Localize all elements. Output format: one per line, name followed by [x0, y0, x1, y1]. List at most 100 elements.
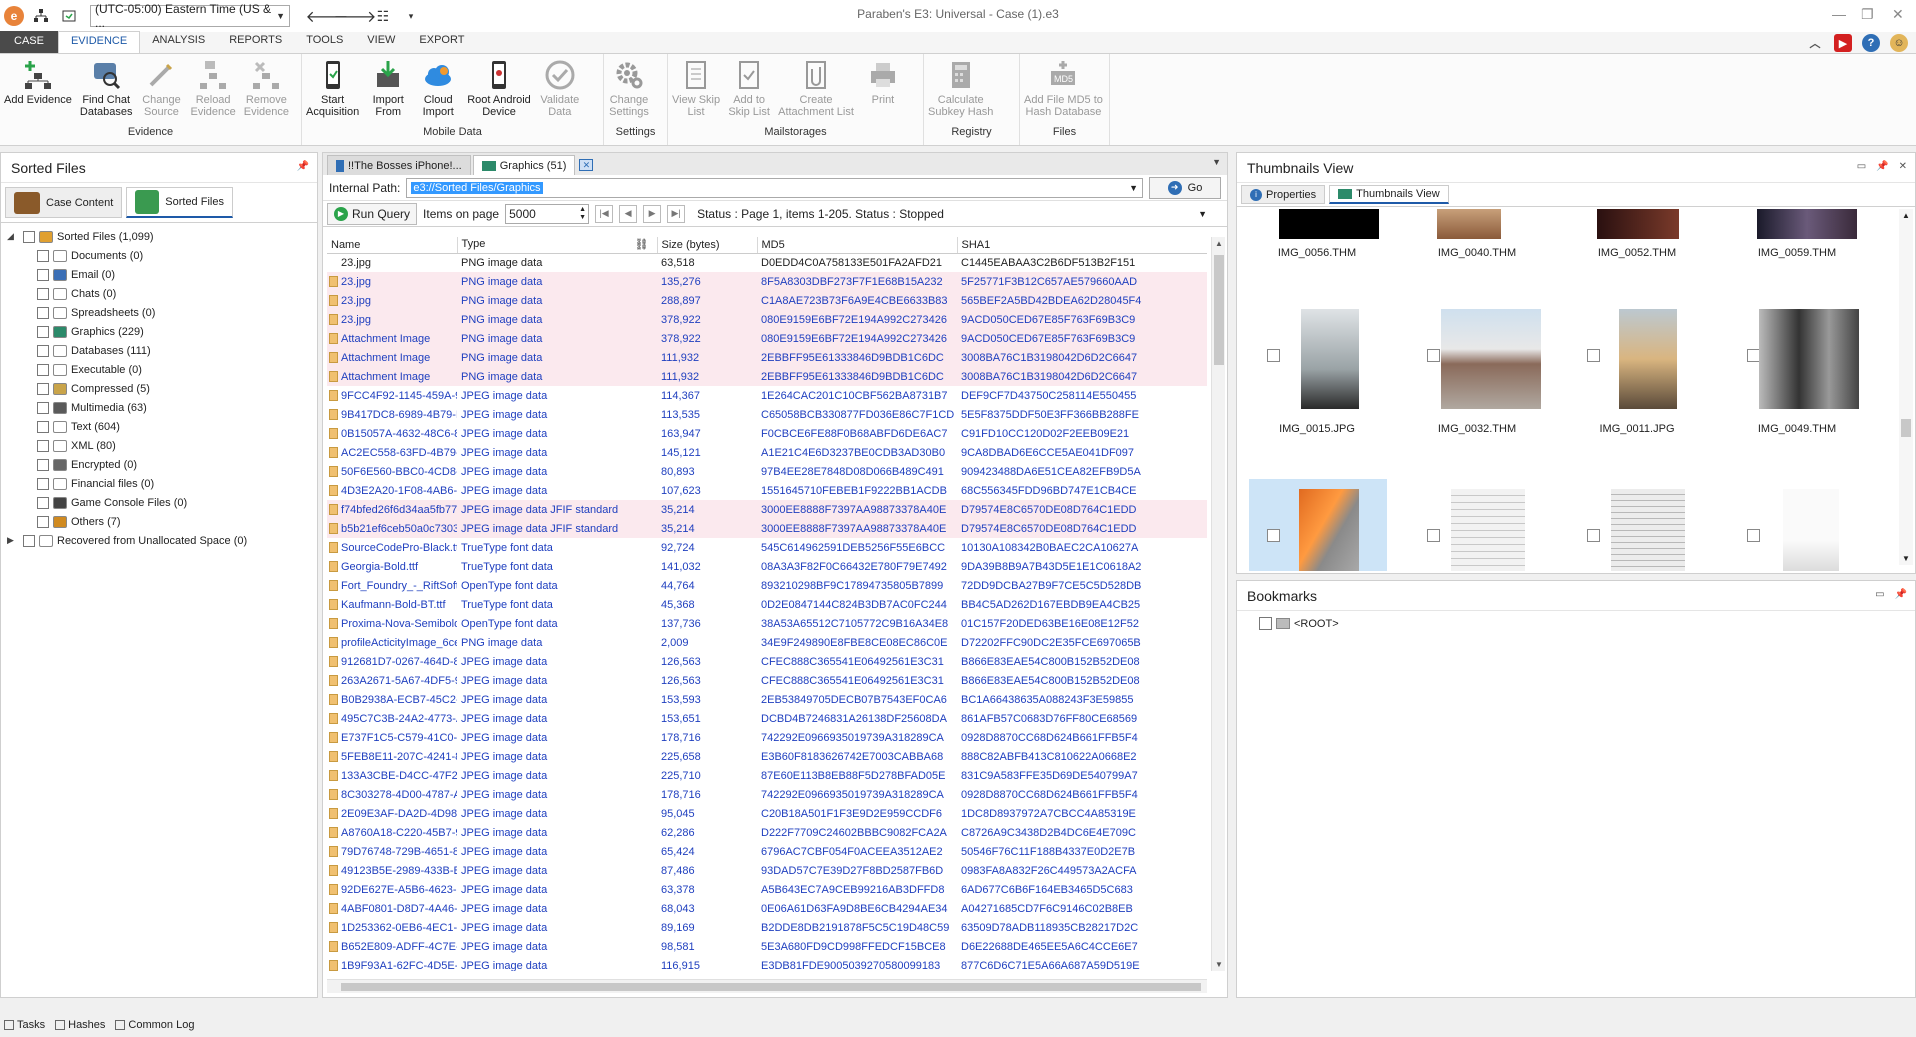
table-row[interactable]: 23.jpg PNG image data 63,518 D0EDD4C0A75813…	[327, 253, 1207, 272]
menu-tab-reports[interactable]: REPORTS	[217, 31, 294, 53]
table-row[interactable]: 1B9F93A1-62FC-4D5E- JPEG image data 116,91…	[327, 956, 1207, 971]
scroll-thumb[interactable]	[1901, 419, 1911, 437]
spinner-icon[interactable]: ▲ ▼	[579, 206, 586, 222]
thumbnail-checkbox[interactable]	[1267, 529, 1280, 542]
root-android-button[interactable]: Root Android Device	[463, 58, 535, 126]
tab-properties[interactable]: i Properties	[1241, 185, 1326, 204]
thumbnail-item[interactable]: IMG_0032.THM	[1397, 309, 1557, 449]
tree-checkbox[interactable]	[37, 439, 49, 452]
table-row[interactable]: 263A2671-5A67-4DF5-9 JPEG image data 126,5…	[327, 671, 1207, 690]
bookmark-root-checkbox[interactable]	[1259, 617, 1272, 630]
table-row[interactable]: Georgia-Bold.ttf TrueType font data 141,03…	[327, 557, 1207, 576]
table-row[interactable]: A8760A18-C220-45B7-9 JPEG image data 62,28…	[327, 823, 1207, 842]
table-row[interactable]: 79D76748-729B-4651-8 JPEG image data 65,42…	[327, 842, 1207, 861]
list-icon[interactable]: ☷	[372, 5, 394, 27]
table-row[interactable]: SourceCodePro-Black.ttf TrueType font dat…	[327, 538, 1207, 557]
first-page-icon[interactable]: |◀	[595, 204, 614, 223]
table-row[interactable]: Attachment Image PNG image data 111,932 2EB…	[327, 367, 1207, 386]
thumbnail-item[interactable]: IMG_0015.JPG	[1237, 309, 1397, 449]
table-row[interactable]: Fort_Foundry_-_RiftSoft- OpenType font da…	[327, 576, 1207, 595]
forward-arrow-icon[interactable]: 🡒	[334, 5, 377, 27]
table-row[interactable]: 49123B5E-2989-433B-B JPEG image data 87,48…	[327, 861, 1207, 880]
expand-toggle-icon[interactable]: ◢	[7, 231, 19, 242]
validate-data-button[interactable]: Validate Data	[535, 58, 585, 126]
table-row[interactable]: 23.jpg PNG image data 288,897 C1A8AE723B73F…	[327, 291, 1207, 310]
table-row[interactable]: Attachment Image PNG image data 378,922 080…	[327, 329, 1207, 348]
tree-checkbox[interactable]	[37, 249, 49, 262]
column-size[interactable]: Size (bytes)	[657, 237, 758, 254]
tab-thumbnails-view[interactable]: Thumbnails View	[1329, 185, 1449, 204]
horizontal-scrollbar[interactable]	[327, 979, 1207, 993]
table-row[interactable]: 4ABF0801-D8D7-4A46- JPEG image data 68,043…	[327, 899, 1207, 918]
tree-item[interactable]: Text (604)	[7, 417, 311, 436]
tree-checkbox[interactable]	[37, 306, 49, 319]
table-row[interactable]: 0B15057A-4632-48C6-8 JPEG image data 163,9…	[327, 424, 1207, 443]
tree-item[interactable]: Email (0)	[7, 265, 311, 284]
remove-evidence-button[interactable]: Remove Evidence	[240, 58, 293, 126]
table-row[interactable]: 133A3CBE-D4CC-47F2- JPEG image data 225,71…	[327, 766, 1207, 785]
close-icon[interactable]: ✕	[1899, 161, 1907, 172]
next-page-icon[interactable]: ▶	[643, 204, 662, 223]
tree-item[interactable]: Spreadsheets (0)	[7, 303, 311, 322]
menu-tab-view[interactable]: VIEW	[355, 31, 407, 53]
menu-tab-case[interactable]: CASE	[0, 31, 58, 53]
tree-checkbox[interactable]	[37, 382, 49, 395]
thumbnail-item[interactable]	[1397, 479, 1557, 571]
customize-dropdown-icon[interactable]: ▾	[400, 5, 422, 27]
tree-item[interactable]: ▶ Recovered from Unallocated Space (0)	[7, 531, 311, 550]
table-row[interactable]: Attachment Image PNG image data 111,932 2EB…	[327, 348, 1207, 367]
menu-tab-tools[interactable]: TOOLS	[294, 31, 355, 53]
maximize-icon[interactable]: ▭	[1875, 589, 1884, 600]
start-acquisition-button[interactable]: Start Acquisition	[302, 58, 363, 126]
table-row[interactable]: 1D253362-0EB6-4EC1- JPEG image data 89,169…	[327, 918, 1207, 937]
collapse-ribbon-icon[interactable]: ︿	[1806, 34, 1824, 52]
tree-checkbox[interactable]	[23, 230, 35, 243]
scroll-thumb[interactable]	[341, 983, 1201, 991]
thumbnail-checkbox[interactable]	[1427, 529, 1440, 542]
thumbnail-scrollbar[interactable]: ▲ ▼	[1899, 209, 1913, 565]
thumbnail-checkbox[interactable]	[1427, 349, 1440, 362]
tree-item[interactable]: Game Console Files (0)	[7, 493, 311, 512]
internal-path-input[interactable]: e3://Sorted Files/Graphics ▼	[406, 177, 1143, 198]
table-row[interactable]: Proxima-Nova-Semibold. OpenType font data…	[327, 614, 1207, 633]
tree-item[interactable]: Chats (0)	[7, 284, 311, 303]
tree-item[interactable]: Multimedia (63)	[7, 398, 311, 417]
menu-tab-evidence[interactable]: EVIDENCE	[57, 31, 141, 53]
tree-checkbox[interactable]	[37, 344, 49, 357]
tab-case-content[interactable]: Case Content	[5, 187, 123, 218]
table-row[interactable]: B0B2938A-ECB7-45C2- JPEG image data 153,59…	[327, 690, 1207, 709]
thumbnail-checkbox[interactable]	[1747, 529, 1760, 542]
youtube-icon[interactable]: ▶	[1834, 34, 1852, 52]
print-button[interactable]: Print	[858, 58, 908, 126]
tab-sorted-files[interactable]: Sorted Files	[126, 187, 233, 218]
timezone-icon[interactable]	[58, 5, 80, 27]
table-row[interactable]: 495C7C3B-24A2-4773-A JPEG image data 153,6…	[327, 709, 1207, 728]
view-skip-list-button[interactable]: View Skip List	[668, 58, 724, 126]
tree-item[interactable]: XML (80)	[7, 436, 311, 455]
tree-checkbox[interactable]	[37, 401, 49, 414]
tree-item[interactable]: Databases (111)	[7, 341, 311, 360]
tree-checkbox[interactable]	[23, 534, 35, 547]
scroll-thumb[interactable]	[1214, 255, 1224, 365]
import-from-button[interactable]: Import From	[363, 58, 413, 126]
table-row[interactable]: b5b21ef6ceb50a0c7303f JPEG image data JFI…	[327, 519, 1207, 538]
calculate-subkey-hash-button[interactable]: Calculate Subkey Hash	[924, 58, 997, 126]
pin-icon[interactable]: 📌	[1876, 161, 1888, 172]
table-row[interactable]: 4D3E2A20-1F08-4AB6- JPEG image data 107,62…	[327, 481, 1207, 500]
column-sha1[interactable]: SHA1	[957, 237, 1207, 254]
prev-page-icon[interactable]: ◀	[619, 204, 638, 223]
menu-tab-export[interactable]: EXPORT	[407, 31, 476, 53]
tab-bosses-iphone[interactable]: !!The Bosses iPhone!...	[327, 155, 471, 175]
thumbnail-checkbox[interactable]	[1587, 529, 1600, 542]
thumbnail-checkbox[interactable]	[1587, 349, 1600, 362]
close-icon[interactable]: ✕	[1892, 6, 1904, 23]
tree-checkbox[interactable]	[37, 363, 49, 376]
thumbnail-item[interactable]: IMG_0056.THM	[1237, 209, 1397, 269]
hashes-tab[interactable]: Hashes	[55, 1019, 105, 1031]
thumbnail-item[interactable]	[1717, 479, 1877, 571]
tree-item[interactable]: Financial files (0)	[7, 474, 311, 493]
table-row[interactable]: E737F1C5-C579-41C0-8 JPEG image data 178,7…	[327, 728, 1207, 747]
cloud-import-button[interactable]: Cloud Import	[413, 58, 463, 126]
thumbnail-item[interactable]: IMG_0052.THM	[1557, 209, 1717, 269]
common-log-tab[interactable]: Common Log	[115, 1019, 194, 1031]
